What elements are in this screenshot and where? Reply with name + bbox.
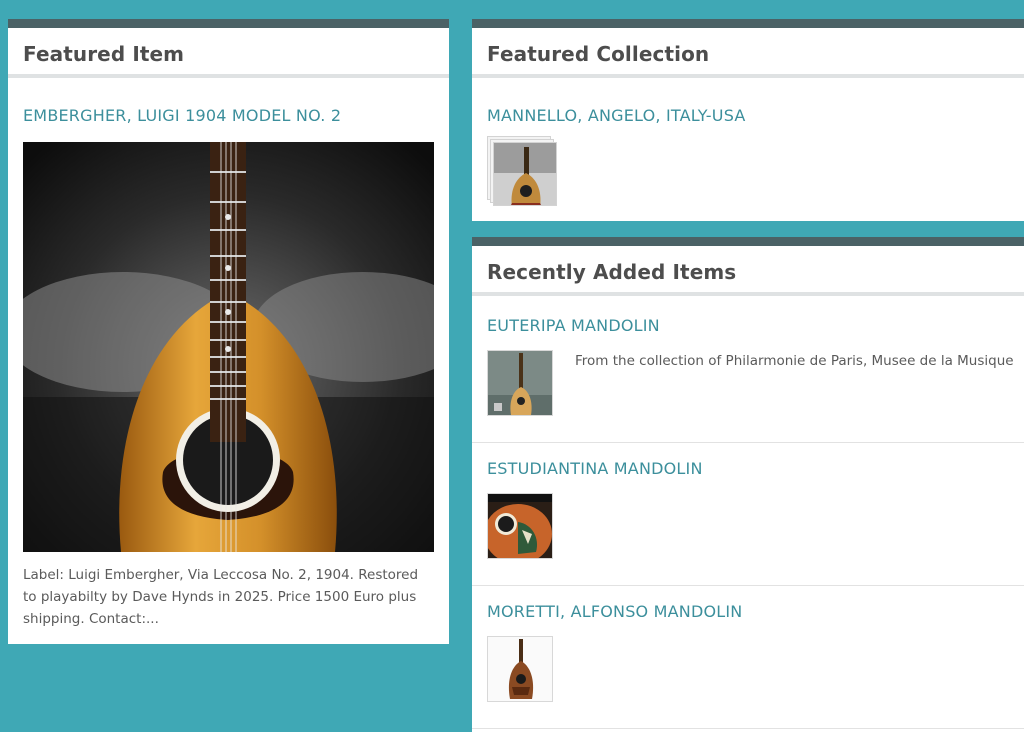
recent-item-thumbnail[interactable] <box>487 350 553 416</box>
recently-added-heading: Recently Added Items <box>487 260 737 284</box>
collection-thumbnail-stack[interactable] <box>487 136 559 208</box>
recent-item-title-link[interactable]: MORETTI, ALFONSO MANDOLIN <box>487 602 742 621</box>
collection-thumbnail <box>493 142 557 206</box>
featured-item-description: Label: Luigi Embergher, Via Leccosa No. … <box>23 567 419 627</box>
mandolin-thumbnail-icon <box>488 494 552 558</box>
recently-added-panel: Recently Added Items EUTERIPA MANDOLIN F… <box>472 237 1024 732</box>
featured-collection-panel: Featured Collection MANNELLO, ANGELO, IT… <box>472 19 1024 221</box>
featured-item-image[interactable] <box>23 142 434 552</box>
recent-item-thumbnail[interactable] <box>487 636 553 702</box>
featured-item-title-link[interactable]: EMBERGHER, LUIGI 1904 MODEL NO. 2 <box>23 106 341 125</box>
featured-item-heading: Featured Item <box>23 42 185 66</box>
recent-item-row: EUTERIPA MANDOLIN From the collection of… <box>472 300 1024 443</box>
featured-item-header: Featured Item <box>8 28 449 78</box>
featured-collection-title-link[interactable]: MANNELLO, ANGELO, ITALY-USA <box>487 106 746 125</box>
mandolin-thumbnail-icon <box>494 143 556 205</box>
recent-item-row: MORETTI, ALFONSO MANDOLIN <box>472 586 1024 729</box>
mandolin-thumbnail-icon <box>488 351 552 415</box>
recently-added-header: Recently Added Items <box>472 246 1024 296</box>
recent-item-description: From the collection of Philarmonie de Pa… <box>575 353 1014 369</box>
mandolin-thumbnail-icon <box>488 637 552 701</box>
featured-collection-heading: Featured Collection <box>487 42 710 66</box>
featured-item-panel: Featured Item EMBERGHER, LUIGI 1904 MODE… <box>8 19 449 644</box>
recent-item-title-link[interactable]: EUTERIPA MANDOLIN <box>487 316 660 335</box>
mandolin-photo <box>23 142 434 552</box>
recent-item-thumbnail[interactable] <box>487 493 553 559</box>
recent-item-row: ESTUDIANTINA MANDOLIN <box>472 443 1024 586</box>
recent-item-title-link[interactable]: ESTUDIANTINA MANDOLIN <box>487 459 703 478</box>
featured-collection-header: Featured Collection <box>472 28 1024 78</box>
